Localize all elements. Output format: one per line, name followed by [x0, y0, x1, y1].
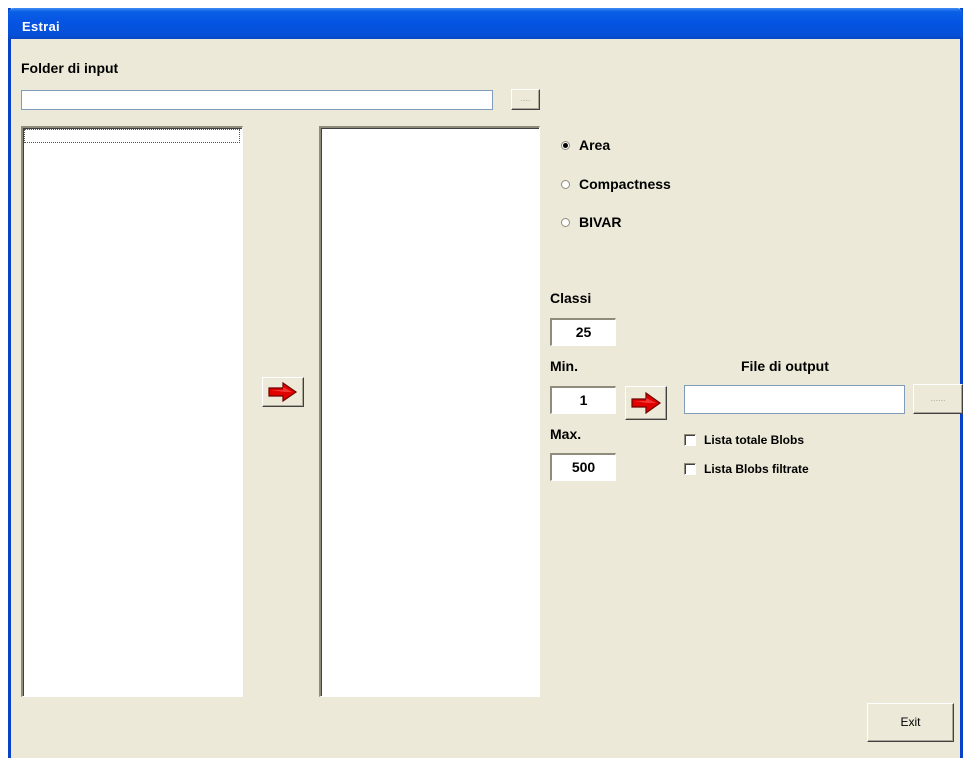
radio-compactness[interactable]: Compactness [561, 176, 671, 192]
checkbox-icon[interactable] [684, 463, 696, 475]
list-focus-item[interactable] [24, 129, 240, 143]
radio-area[interactable]: Area [561, 137, 610, 153]
min-label: Min. [550, 358, 578, 374]
radio-bivar[interactable]: BIVAR [561, 214, 622, 230]
classi-label: Classi [550, 290, 592, 306]
radio-button-icon[interactable] [561, 179, 570, 189]
exit-button[interactable]: Exit [867, 703, 954, 742]
checkbox-lista-filtrate[interactable]: Lista Blobs filtrate [684, 462, 809, 476]
output-file-label: File di output [741, 358, 829, 374]
input-folder-label: Folder di input [21, 60, 119, 76]
browse-output-button[interactable]: ...... [913, 384, 963, 414]
radio-button-icon[interactable] [561, 217, 570, 227]
min-field[interactable]: 1 [550, 386, 616, 414]
browse-input-button[interactable]: .... [511, 89, 540, 110]
max-field[interactable]: 500 [550, 453, 616, 481]
window-title: Estrai [22, 19, 60, 34]
source-file-list[interactable] [21, 126, 243, 697]
radio-area-label: Area [579, 137, 611, 153]
add-to-list-button[interactable] [262, 377, 304, 407]
checkbox-lista-totale-label: Lista totale Blobs [704, 433, 805, 447]
compute-button[interactable] [625, 386, 667, 420]
radio-compactness-label: Compactness [579, 176, 671, 192]
checkbox-lista-filtrate-label: Lista Blobs filtrate [704, 462, 809, 476]
checkbox-lista-totale[interactable]: Lista totale Blobs [684, 433, 804, 447]
right-arrow-icon [268, 381, 298, 403]
radio-bivar-label: BIVAR [579, 214, 622, 230]
right-arrow-icon [631, 391, 662, 415]
max-label: Max. [550, 426, 582, 442]
title-bar[interactable]: Estrai [8, 8, 963, 39]
checkbox-icon[interactable] [684, 434, 696, 446]
selected-file-list[interactable] [319, 126, 540, 697]
output-file-field[interactable] [684, 385, 905, 414]
classi-field[interactable]: 25 [550, 318, 616, 346]
radio-button-icon[interactable] [561, 140, 570, 150]
input-folder-field[interactable] [21, 90, 493, 110]
